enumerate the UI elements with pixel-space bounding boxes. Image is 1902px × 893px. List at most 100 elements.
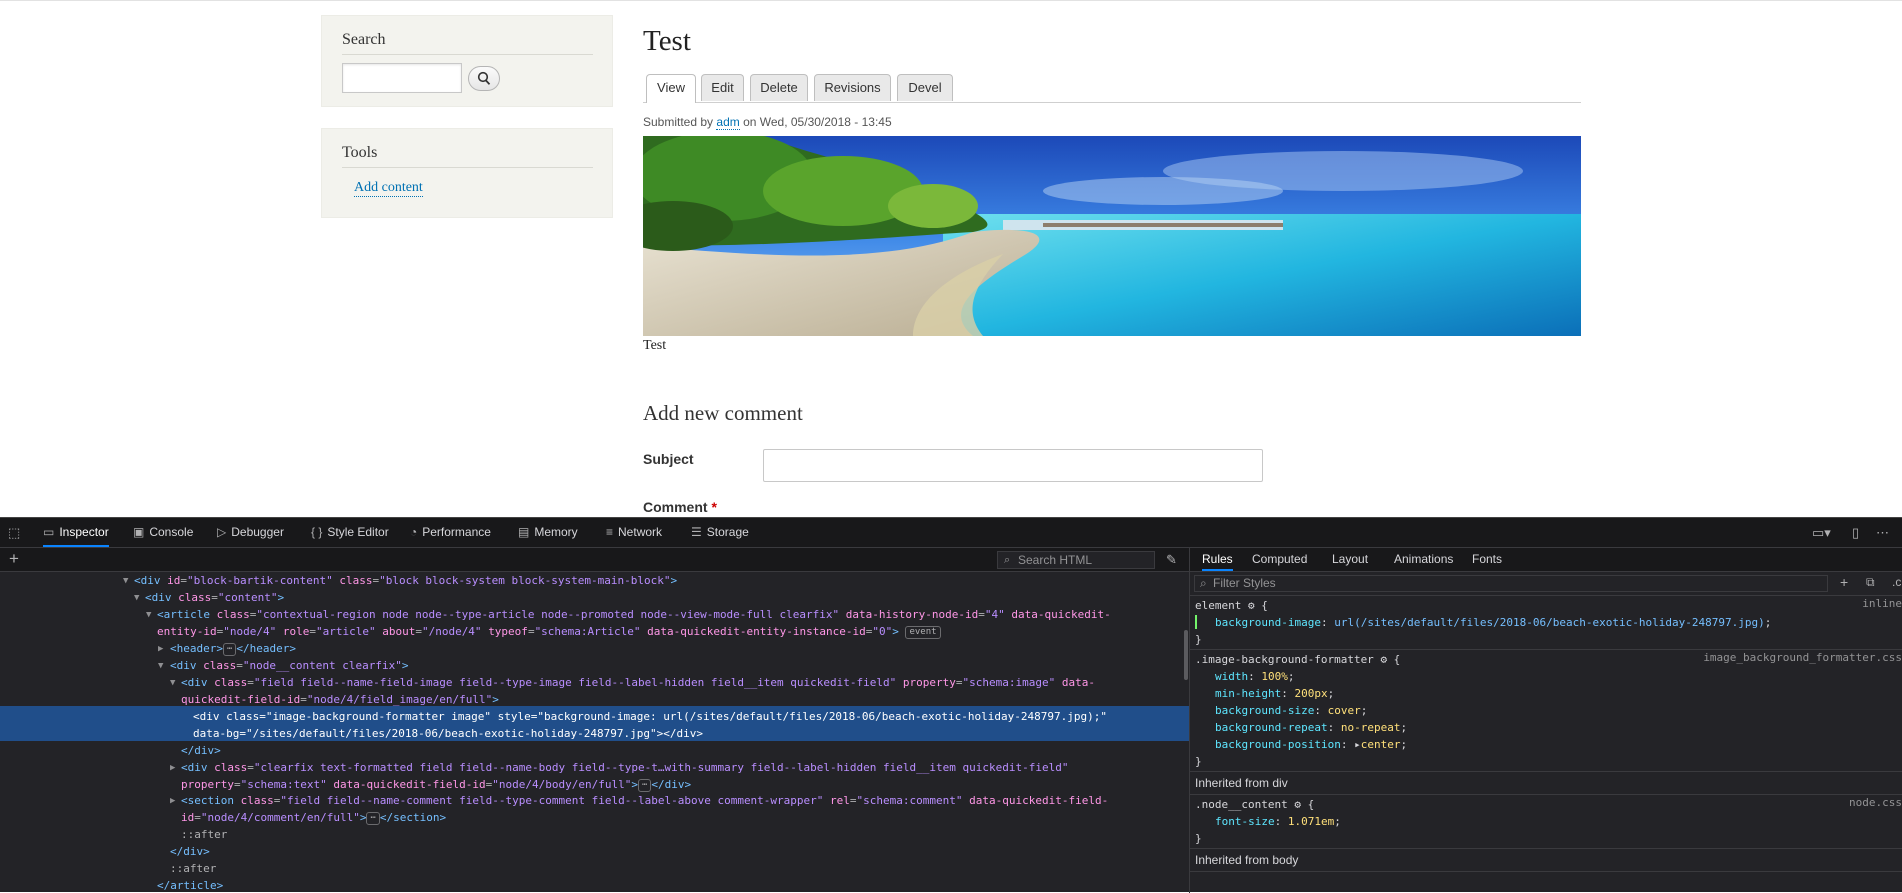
subject-label: Subject	[643, 451, 694, 467]
search-button[interactable]	[468, 66, 500, 91]
rule-declaration[interactable]: min-height: 200px;	[1215, 685, 1334, 702]
collapse-twisty[interactable]: ▼	[170, 678, 175, 688]
filter-placeholder: Filter Styles	[1213, 576, 1276, 590]
markup-node[interactable]: <div class="field field--name-field-imag…	[181, 674, 1095, 691]
tab-computed[interactable]: Computed	[1252, 548, 1307, 571]
filter-icon: ⌕	[1200, 576, 1207, 590]
tab-network[interactable]: ≡ Network	[606, 518, 662, 547]
tab-animations[interactable]: Animations	[1394, 548, 1453, 571]
network-icon: ≡	[606, 525, 614, 539]
dock-icon[interactable]: ▯	[1852, 525, 1859, 541]
markup-node[interactable]: <div class="node__content clearfix">	[170, 657, 408, 674]
markup-scrollbar[interactable]	[1184, 630, 1188, 680]
tools-block-title: Tools	[342, 144, 378, 161]
markup-close-tag: </div>	[170, 845, 210, 858]
tab-debugger[interactable]: ▷ Debugger	[217, 518, 284, 547]
rule-source-file[interactable]: node.css	[1849, 796, 1902, 809]
rule-source-inline[interactable]: inline	[1862, 597, 1902, 610]
rule-selector-image-background-formatter[interactable]: .image-background-formatter ⚙ {	[1195, 651, 1400, 668]
tab-view[interactable]: View	[646, 74, 696, 103]
tab-storage[interactable]: ☰ Storage	[691, 518, 749, 547]
rule-declaration[interactable]: font-size: 1.071em;	[1215, 813, 1341, 830]
rule-declaration[interactable]: background-position: ▸center;	[1215, 736, 1407, 753]
rule-declaration[interactable]: width: 100%;	[1215, 668, 1295, 685]
rule-declaration[interactable]: background-repeat: no-repeat;	[1215, 719, 1407, 736]
tab-devel[interactable]: Devel	[897, 74, 953, 101]
rule-source-file[interactable]: image_background_formatter.css	[1703, 651, 1902, 664]
rule-selector-node-content[interactable]: .node__content ⚙ {	[1195, 796, 1314, 813]
responsive-mode-icon[interactable]: ▭▾	[1812, 525, 1831, 541]
markup-node[interactable]: <div class="clearfix text-formatted fiel…	[181, 759, 1068, 776]
tools-block: Tools	[321, 128, 613, 218]
tab-inspector[interactable]: ▭ Inspector	[43, 518, 109, 547]
selected-markup-node[interactable]: <div class="image-background-formatter i…	[193, 708, 1107, 725]
expand-twisty[interactable]: ▶	[170, 763, 175, 773]
toggle-pseudo-classes-icon[interactable]: ⧉	[1866, 575, 1875, 590]
selected-markup-node-continuation: data-bg="/sites/default/files/2018-06/be…	[193, 727, 703, 740]
markup-toolbar: + ⌕ Search HTML ✎	[0, 548, 1190, 572]
subject-input[interactable]	[763, 449, 1263, 482]
tab-memory[interactable]: ▤ Memory	[518, 518, 578, 547]
markup-node[interactable]: <div id="block-bartik-content" class="bl…	[134, 572, 677, 589]
pseudo-element-after[interactable]: ::after	[181, 826, 227, 843]
filter-styles-input[interactable]: ⌕ Filter Styles	[1194, 575, 1828, 592]
tab-performance-label: Performance	[422, 525, 491, 539]
rule-divider	[1190, 649, 1902, 650]
collapse-twisty[interactable]: ▼	[123, 576, 128, 586]
rule-declaration[interactable]: background-size: cover;	[1215, 702, 1367, 719]
sidebar-tabs: Rules Computed Layout Animations Fonts	[1190, 548, 1902, 572]
node-tabs: View Edit Delete Revisions Devel	[643, 74, 1581, 103]
inherited-from-div-header: Inherited from div	[1190, 772, 1902, 794]
add-node-icon[interactable]: +	[9, 549, 19, 569]
markup-node-continuation: entity-id="node/4" role="article" about=…	[157, 623, 941, 640]
tab-layout[interactable]: Layout	[1332, 548, 1368, 571]
tab-performance[interactable]: ◔ Performance	[410, 518, 491, 547]
comment-label: Comment *	[643, 499, 717, 515]
add-rule-icon[interactable]: +	[1840, 574, 1848, 590]
search-block: Search	[321, 15, 613, 107]
markup-node-continuation: quickedit-field-id="node/4/field_image/e…	[181, 693, 499, 706]
collapse-twisty[interactable]: ▼	[146, 610, 151, 620]
element-picker-icon[interactable]: ⬚	[8, 525, 20, 541]
rule-declaration[interactable]: background-image: url(/sites/default/fil…	[1215, 614, 1771, 631]
more-options-icon[interactable]: ⋯	[1876, 525, 1889, 541]
gear-icon: ⚙	[1247, 599, 1255, 612]
tab-memory-label: Memory	[534, 525, 578, 539]
changed-property-marker	[1195, 615, 1197, 629]
comment-form-title: Add new comment	[643, 401, 803, 425]
add-content-link[interactable]: Add content	[354, 180, 423, 197]
inspector-icon: ▭	[43, 525, 55, 539]
tab-console[interactable]: ▣ Console	[133, 518, 193, 547]
tab-revisions[interactable]: Revisions	[814, 74, 891, 101]
rule-selector-element[interactable]: element ⚙ {	[1195, 597, 1268, 614]
tab-style-editor[interactable]: { } Style Editor	[311, 518, 389, 547]
rule-divider	[1190, 794, 1902, 795]
tab-edit[interactable]: Edit	[701, 74, 744, 101]
event-badge[interactable]: event	[905, 626, 941, 639]
collapse-twisty[interactable]: ▼	[134, 593, 139, 603]
expand-twisty[interactable]: ▶	[170, 796, 175, 806]
expand-twisty[interactable]: ▶	[158, 644, 163, 654]
collapse-twisty[interactable]: ▼	[158, 661, 163, 671]
collapsed-content-badge[interactable]: ⋯	[222, 643, 237, 656]
pseudo-element-after[interactable]: ::after	[170, 860, 216, 877]
search-html-input[interactable]: ⌕ Search HTML	[997, 551, 1155, 569]
collapsed-content-badge[interactable]: ⋯	[366, 812, 380, 825]
markup-node[interactable]: <header> ⋯ </header>	[170, 640, 296, 657]
tab-rules[interactable]: Rules	[1202, 548, 1233, 571]
markup-node[interactable]: <article class="contextual-region node n…	[157, 606, 1111, 623]
tab-inspector-label: Inspector	[59, 525, 109, 539]
markup-node[interactable]: <section class="field field--name-commen…	[181, 792, 1108, 809]
rule-close: }	[1195, 755, 1202, 768]
eyedropper-icon[interactable]: ✎	[1166, 552, 1177, 568]
markup-node[interactable]: <div class="content">	[145, 589, 284, 606]
tab-delete[interactable]: Delete	[750, 74, 808, 101]
submitted-line: Submitted by adm on Wed, 05/30/2018 - 13…	[643, 115, 892, 130]
collapsed-content-badge[interactable]: ⋯	[637, 779, 652, 792]
search-input[interactable]	[342, 63, 462, 93]
tab-fonts[interactable]: Fonts	[1472, 548, 1502, 571]
author-link[interactable]: adm	[716, 115, 740, 130]
rule-divider	[1190, 871, 1902, 872]
top-divider	[0, 0, 1902, 1]
toggle-classes-icon[interactable]: .c	[1892, 575, 1901, 589]
